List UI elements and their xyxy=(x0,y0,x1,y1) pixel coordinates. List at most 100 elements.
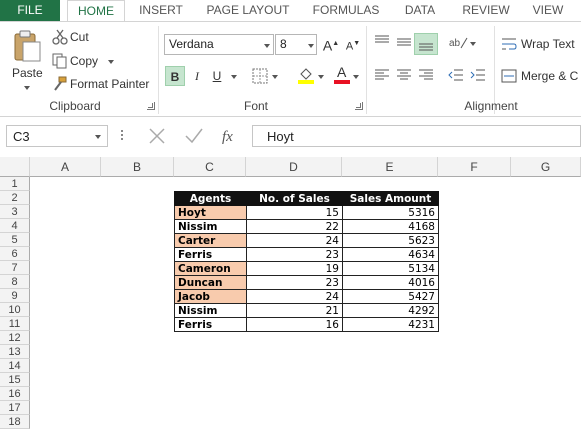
row-header[interactable]: 1 xyxy=(0,177,30,191)
row-header[interactable]: 6 xyxy=(0,247,30,261)
chevron-down-icon[interactable] xyxy=(95,135,101,139)
sales-count-cell[interactable]: 23 xyxy=(246,247,343,262)
font-name-select[interactable]: Verdana xyxy=(164,34,274,55)
header-agents[interactable]: Agents xyxy=(174,191,247,206)
paste-dropdown-icon[interactable] xyxy=(24,86,30,90)
agent-cell[interactable]: Nissim xyxy=(174,219,247,234)
borders-button[interactable] xyxy=(252,68,268,87)
agent-cell[interactable]: Hoyt xyxy=(174,205,247,220)
underline-dropdown-icon[interactable] xyxy=(231,75,237,79)
row-header[interactable]: 12 xyxy=(0,331,30,345)
increase-indent-button[interactable] xyxy=(470,68,486,85)
more-options-icon[interactable] xyxy=(121,130,124,142)
format-painter-button[interactable]: Format Painter xyxy=(50,75,150,93)
header-sales-amount[interactable]: Sales Amount xyxy=(342,191,439,206)
insert-function-icon[interactable]: fx xyxy=(221,126,243,146)
merge-center-button[interactable]: Merge & C xyxy=(500,67,581,85)
bold-button[interactable]: B xyxy=(165,66,185,86)
sales-count-cell[interactable]: 23 xyxy=(246,275,343,290)
row-header[interactable]: 17 xyxy=(0,401,30,415)
fill-color-dropdown-icon[interactable] xyxy=(318,75,324,79)
header-no-of-sales[interactable]: No. of Sales xyxy=(246,191,343,206)
font-size-select[interactable]: 8 xyxy=(275,34,317,55)
sales-amount-cell[interactable]: 4634 xyxy=(342,247,439,262)
font-color-dropdown-icon[interactable] xyxy=(353,75,359,79)
column-header-g[interactable]: G xyxy=(511,157,581,177)
orientation-dropdown-icon[interactable] xyxy=(470,42,476,46)
sales-amount-cell[interactable]: 5623 xyxy=(342,233,439,248)
row-header[interactable]: 7 xyxy=(0,261,30,275)
row-header[interactable]: 2 xyxy=(0,191,30,205)
fill-color-button[interactable] xyxy=(297,66,315,87)
font-color-button[interactable]: A xyxy=(333,64,351,87)
name-box[interactable]: C3 xyxy=(6,125,108,147)
clipboard-launcher-icon[interactable] xyxy=(147,102,155,110)
agent-cell[interactable]: Ferris xyxy=(174,317,247,332)
sales-count-cell[interactable]: 24 xyxy=(246,289,343,304)
sales-count-cell[interactable]: 15 xyxy=(246,205,343,220)
column-header-c[interactable]: C xyxy=(174,157,246,177)
cut-button[interactable]: Cut xyxy=(50,28,100,46)
underline-button[interactable]: U xyxy=(207,66,227,86)
formula-input[interactable]: Hoyt xyxy=(252,125,581,147)
font-launcher-icon[interactable] xyxy=(355,102,363,110)
copy-button[interactable]: Copy xyxy=(50,52,116,70)
sales-amount-cell[interactable]: 5134 xyxy=(342,261,439,276)
row-header[interactable]: 13 xyxy=(0,345,30,359)
middle-align-button[interactable] xyxy=(396,34,412,51)
row-header[interactable]: 18 xyxy=(0,415,30,429)
row-header[interactable]: 8 xyxy=(0,275,30,289)
column-header-b[interactable]: B xyxy=(101,157,174,177)
row-header[interactable]: 3 xyxy=(0,205,30,219)
wrap-text-button[interactable]: Wrap Text xyxy=(500,35,581,53)
align-right-button[interactable] xyxy=(418,68,434,85)
tab-data[interactable]: DATA xyxy=(398,0,442,21)
sales-amount-cell[interactable]: 5316 xyxy=(342,205,439,220)
agent-cell[interactable]: Carter xyxy=(174,233,247,248)
grow-font-button[interactable]: A▲ xyxy=(321,34,341,54)
column-header-d[interactable]: D xyxy=(246,157,342,177)
tab-home[interactable]: HOME xyxy=(67,0,125,22)
italic-button[interactable]: I xyxy=(187,66,207,86)
align-center-button[interactable] xyxy=(396,68,412,85)
column-header-a[interactable]: A xyxy=(30,157,101,177)
agent-cell[interactable]: Jacob xyxy=(174,289,247,304)
cancel-icon[interactable] xyxy=(148,127,166,145)
top-align-button[interactable] xyxy=(374,34,390,51)
agent-cell[interactable]: Cameron xyxy=(174,261,247,276)
sales-amount-cell[interactable]: 4292 xyxy=(342,303,439,318)
agent-cell[interactable]: Duncan xyxy=(174,275,247,290)
shrink-font-button[interactable]: A▼ xyxy=(343,34,363,54)
sales-amount-cell[interactable]: 4016 xyxy=(342,275,439,290)
sales-count-cell[interactable]: 24 xyxy=(246,233,343,248)
column-header-e[interactable]: E xyxy=(342,157,438,177)
sales-count-cell[interactable]: 19 xyxy=(246,261,343,276)
row-header[interactable]: 11 xyxy=(0,317,30,331)
enter-icon[interactable] xyxy=(184,127,204,145)
sales-amount-cell[interactable]: 4168 xyxy=(342,219,439,234)
align-left-button[interactable] xyxy=(374,68,390,85)
copy-dropdown-icon[interactable] xyxy=(108,60,114,64)
sales-count-cell[interactable]: 22 xyxy=(246,219,343,234)
row-header[interactable]: 9 xyxy=(0,289,30,303)
tab-formulas[interactable]: FORMULAS xyxy=(308,0,384,21)
paste-button[interactable]: Paste xyxy=(8,28,46,94)
select-all-corner[interactable] xyxy=(0,157,30,177)
row-header[interactable]: 4 xyxy=(0,219,30,233)
sales-amount-cell[interactable]: 5427 xyxy=(342,289,439,304)
row-header[interactable]: 5 xyxy=(0,233,30,247)
agent-cell[interactable]: Nissim xyxy=(174,303,247,318)
row-header[interactable]: 10 xyxy=(0,303,30,317)
tab-file[interactable]: FILE xyxy=(0,0,60,21)
tab-view[interactable]: VIEW xyxy=(528,0,568,21)
sales-count-cell[interactable]: 21 xyxy=(246,303,343,318)
decrease-indent-button[interactable] xyxy=(448,68,464,85)
row-header[interactable]: 16 xyxy=(0,387,30,401)
tab-page-layout[interactable]: PAGE LAYOUT xyxy=(202,0,294,21)
tab-insert[interactable]: INSERT xyxy=(134,0,188,21)
tab-review[interactable]: REVIEW xyxy=(458,0,514,21)
borders-dropdown-icon[interactable] xyxy=(272,75,278,79)
column-header-f[interactable]: F xyxy=(438,157,511,177)
sales-count-cell[interactable]: 16 xyxy=(246,317,343,332)
bottom-align-button[interactable] xyxy=(414,33,438,55)
